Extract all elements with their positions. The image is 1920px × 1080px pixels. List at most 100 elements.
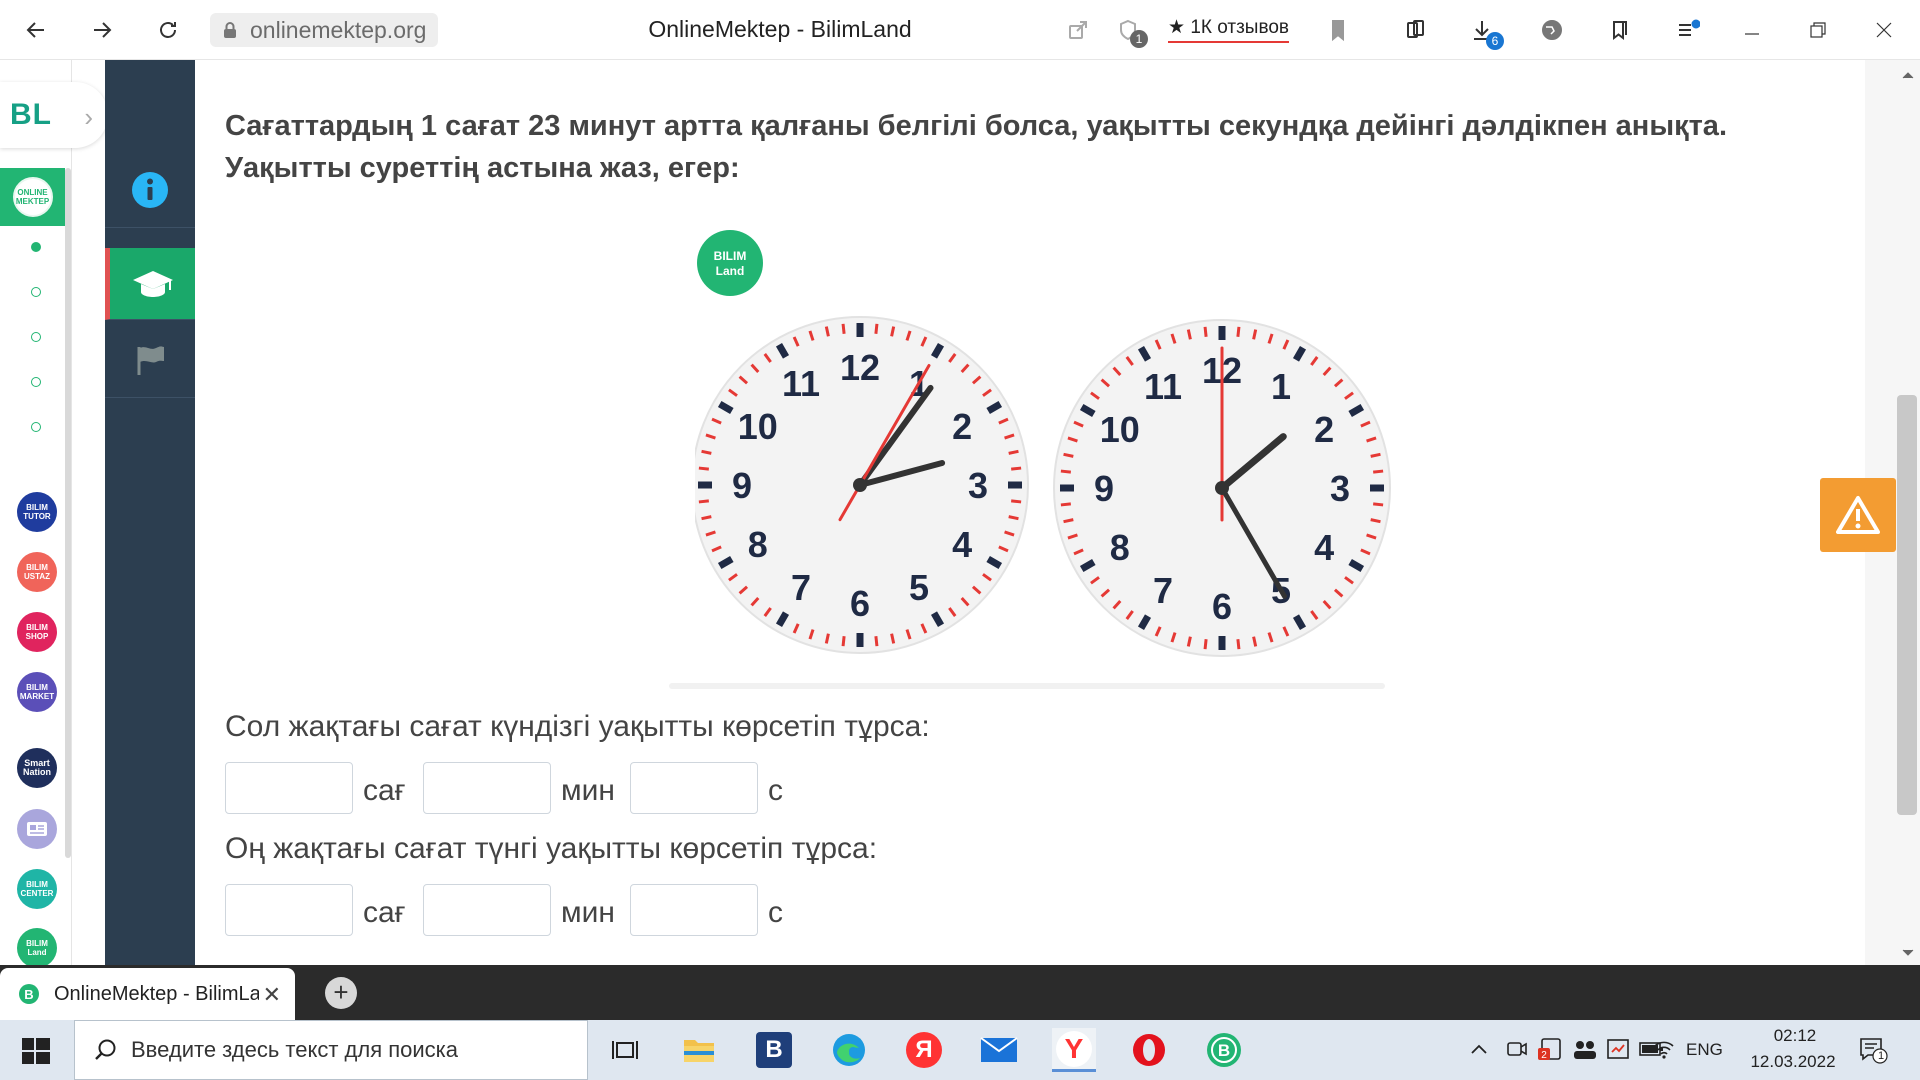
taskbar-date[interactable]: 12.03.2022	[1738, 1052, 1848, 1072]
info-icon	[132, 171, 168, 208]
bookmark-button[interactable]	[1318, 10, 1358, 50]
b-app-icon[interactable]: B	[752, 1028, 796, 1072]
service-bilim-ustaz[interactable]: BILIM USTAZ	[17, 552, 57, 592]
new-tab-button[interactable]: +	[325, 977, 357, 1009]
wifi-icon[interactable]	[1652, 1038, 1676, 1060]
tray-app-icon[interactable]	[1606, 1037, 1630, 1061]
restore-button[interactable]	[1798, 10, 1838, 50]
left-clock-prompt: Сол жақтағы сағат күндізгі уақытты көрсе…	[225, 710, 930, 743]
clock-tick	[841, 323, 846, 334]
nav-flag[interactable]	[105, 322, 195, 398]
meet-now-icon[interactable]	[1506, 1038, 1528, 1060]
taskbar-search[interactable]: Введите здесь текст для поиска	[74, 1020, 588, 1080]
browser-tab[interactable]: B OnlineMektep - BilimLand ✕	[0, 968, 295, 1020]
minute-unit-label: мин	[561, 774, 615, 807]
left-hours-input[interactable]	[225, 762, 353, 814]
clock-number: 7	[791, 567, 811, 608]
question-text: Сағаттардың 1 сағат 23 минут артта қалға…	[225, 110, 1727, 184]
mail-icon[interactable]	[977, 1028, 1021, 1072]
service-bilim-shop[interactable]: BILIM SHOP	[17, 612, 57, 652]
service-bilim-market[interactable]: BILIM MARKET	[17, 672, 57, 712]
service-bilim-land[interactable]: BILIM Land	[17, 928, 57, 968]
reviews-label: 1К отзывов	[1190, 17, 1289, 38]
clock-tick	[1008, 515, 1019, 521]
clock-tick	[1060, 469, 1071, 474]
chevron-right-icon: ›	[84, 102, 94, 132]
right-clock: 121234567891011	[1053, 319, 1391, 657]
protect-button[interactable]: 1	[1108, 10, 1148, 50]
svg-text:B: B	[1218, 1041, 1230, 1060]
scroll-up-icon[interactable]	[1901, 70, 1915, 80]
service-smart-nation[interactable]: Smart Nation	[17, 748, 57, 788]
right-hours-input[interactable]	[225, 884, 353, 936]
nav-info[interactable]	[105, 152, 195, 228]
page-title: OnlineMektep - BilimLand	[648, 16, 912, 42]
clock-tick	[1186, 636, 1192, 647]
report-problem-button[interactable]	[1820, 478, 1896, 552]
minute-unit-label: мин	[561, 896, 615, 929]
file-explorer-icon[interactable]	[677, 1028, 721, 1072]
service-online-mektep[interactable]: ONLINE MEKTEP	[0, 168, 65, 226]
collections-button[interactable]	[1396, 10, 1436, 50]
downloads-button[interactable]: 6	[1462, 10, 1504, 50]
scroll-down-icon[interactable]	[1901, 948, 1915, 958]
forward-button[interactable]	[82, 10, 122, 50]
back-button[interactable]	[16, 10, 56, 50]
scrollbar-thumb[interactable]	[1897, 395, 1917, 815]
rail-dot[interactable]	[31, 422, 41, 432]
clock-tick	[841, 636, 846, 647]
rail-dot[interactable]	[31, 332, 41, 342]
minimize-button[interactable]	[1732, 10, 1772, 50]
globe-icon	[1542, 20, 1562, 40]
rail-scrollbar[interactable]	[65, 168, 71, 858]
opera-icon[interactable]	[1127, 1028, 1171, 1072]
close-tab-icon[interactable]: ✕	[263, 982, 281, 1008]
share-button[interactable]	[1058, 10, 1098, 50]
windows-start-icon[interactable]	[12, 1034, 60, 1068]
rail-dot[interactable]	[31, 287, 41, 297]
edge-icon[interactable]	[827, 1028, 871, 1072]
second-unit-label: с	[768, 896, 783, 929]
rail-dot[interactable]	[31, 242, 41, 252]
clock-tick	[1011, 499, 1022, 504]
reviews-link[interactable]: ★ 1К отзывов	[1168, 16, 1289, 43]
action-center-button[interactable]: 1	[1858, 1036, 1888, 1069]
yandex-icon[interactable]: Я	[902, 1028, 946, 1072]
vpn-button[interactable]	[1532, 10, 1572, 50]
clock-number: 12	[840, 347, 880, 388]
bilimland-logo-tab[interactable]: BL ›	[0, 82, 108, 148]
right-seconds-input[interactable]	[630, 884, 758, 936]
clock-number: 3	[968, 465, 988, 506]
clock-tick	[824, 326, 830, 337]
service-bilim-tutor[interactable]: BILIM TUTOR	[17, 492, 57, 532]
bilimland-app-icon[interactable]: B	[1202, 1028, 1246, 1072]
clock-number: 8	[748, 524, 768, 565]
left-seconds-input[interactable]	[630, 762, 758, 814]
tray-expand-icon[interactable]	[1470, 1042, 1488, 1056]
reload-button[interactable]	[148, 10, 188, 50]
clock-tick	[1252, 329, 1258, 340]
menu-button[interactable]	[1668, 10, 1708, 50]
close-window-button[interactable]	[1864, 10, 1904, 50]
clock-tick	[1008, 449, 1019, 455]
clock-number: 1	[1271, 366, 1291, 407]
bilim-tutor-logo: BILIM TUTOR	[17, 492, 57, 532]
rail-dot[interactable]	[31, 377, 41, 387]
service-bilim-center[interactable]: BILIM CENTER	[17, 869, 57, 909]
menu-icon	[1679, 19, 1700, 36]
taskbar-time[interactable]: 02:12	[1760, 1026, 1830, 1046]
bookmark-icon	[1332, 20, 1344, 42]
clock-tick	[1203, 639, 1208, 650]
yandex-browser-icon[interactable]: Y	[1052, 1028, 1096, 1072]
task-view-icon[interactable]	[603, 1028, 647, 1072]
nav-lesson[interactable]	[105, 248, 195, 320]
url-text: onlinemektep.org	[250, 16, 427, 43]
language-indicator[interactable]: ENG	[1686, 1040, 1723, 1060]
right-minutes-input[interactable]	[423, 884, 551, 936]
left-minutes-input[interactable]	[423, 762, 551, 814]
service-bilim-news[interactable]	[17, 809, 57, 849]
address-bar[interactable]: onlinemektep.org	[210, 13, 439, 47]
notification-app-icon[interactable]: 2	[1538, 1036, 1564, 1062]
people-icon[interactable]	[1572, 1037, 1598, 1061]
saved-tabs-button[interactable]	[1600, 10, 1640, 50]
